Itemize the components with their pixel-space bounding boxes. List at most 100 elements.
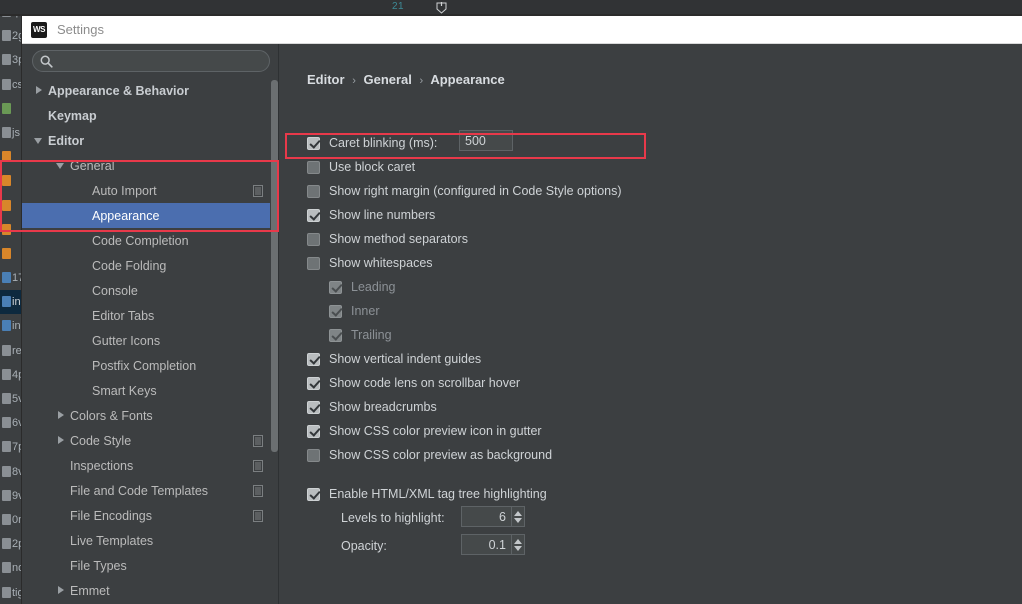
levels-to-highlight-spinner[interactable]: [461, 506, 525, 527]
file-icon: [2, 489, 11, 501]
sidebar-item-console[interactable]: Console: [22, 278, 278, 303]
option-label: Enable HTML/XML tag tree highlighting: [329, 487, 547, 501]
sidebar-item-general[interactable]: General: [22, 153, 278, 178]
spinner-down-icon[interactable]: [514, 545, 522, 551]
option-row[interactable]: Show CSS color preview icon in gutter: [307, 421, 542, 441]
sidebar-item-postfix-completion[interactable]: Postfix Completion: [22, 353, 278, 378]
option-row[interactable]: Leading: [329, 277, 396, 297]
checkbox-inner[interactable]: [329, 304, 342, 318]
option-label: Show CSS color preview as background: [329, 448, 553, 462]
sidebar-item-keymap[interactable]: Keymap: [22, 103, 278, 128]
breadcrumb-root[interactable]: Editor: [307, 72, 345, 87]
checkbox-show-method-separators[interactable]: [307, 232, 320, 246]
sidebar-item-appearance[interactable]: Appearance: [22, 203, 278, 228]
checkbox-show-css-color-preview-icon-in-gutter[interactable]: [307, 424, 320, 438]
sidebar-item-inspections[interactable]: Inspections: [22, 453, 278, 478]
spinner-up-icon[interactable]: [514, 510, 522, 516]
sidebar-item-editor[interactable]: Editor: [22, 128, 278, 153]
option-row[interactable]: Show vertical indent guides: [307, 349, 481, 369]
caret-blinking-input[interactable]: [459, 130, 513, 151]
checkbox-show-vertical-indent-guides[interactable]: [307, 352, 320, 366]
sidebar-item-appearance-behavior[interactable]: Appearance & Behavior: [22, 78, 278, 103]
checkbox-show-breadcrumbs[interactable]: [307, 400, 320, 414]
checkbox-trailing[interactable]: [329, 328, 342, 342]
sidebar-item-file-encodings[interactable]: File Encodings: [22, 503, 278, 528]
sidebar-item-editor-tabs[interactable]: Editor Tabs: [22, 303, 278, 328]
option-row[interactable]: Show right margin (configured in Code St…: [307, 181, 622, 201]
opacity-label: Opacity:: [341, 539, 387, 553]
sidebar-scrollbar-thumb[interactable]: [271, 80, 278, 452]
chevron-down-icon[interactable]: [34, 135, 45, 146]
checkbox-show-whitespaces[interactable]: [307, 256, 320, 270]
sidebar-item-colors-fonts[interactable]: Colors & Fonts: [22, 403, 278, 428]
spinner-down-icon[interactable]: [514, 517, 522, 523]
sidebar-item-label: Postfix Completion: [92, 358, 197, 373]
html-file-icon: [2, 320, 11, 332]
power-save-icon[interactable]: [436, 1, 447, 14]
file-icon: [2, 465, 11, 477]
spinner-up-icon[interactable]: [514, 538, 522, 544]
checkbox-show-right-margin-configured-in-code-style-options[interactable]: [307, 184, 320, 198]
chevron-right-icon[interactable]: [56, 585, 67, 596]
sidebar-item-file-types[interactable]: File Types: [22, 553, 278, 578]
checkbox-leading[interactable]: [329, 280, 342, 294]
breadcrumb-separator-icon: ›: [352, 75, 356, 87]
opacity-spinner-buttons[interactable]: [511, 534, 525, 555]
option-row[interactable]: Show code lens on scrollbar hover: [307, 373, 520, 393]
settings-tree[interactable]: Appearance & Behavior Keymap Editor General…: [22, 78, 278, 604]
sidebar-item-label: Keymap: [48, 108, 97, 123]
option-row[interactable]: Inner: [329, 301, 380, 321]
sidebar-item-emmet[interactable]: Emmet: [22, 578, 278, 603]
project-scope-icon: [253, 509, 264, 522]
sidebar-item-code-folding[interactable]: Code Folding: [22, 253, 278, 278]
dialog-title: Settings: [57, 22, 104, 37]
option-row[interactable]: Caret blinking (ms):: [307, 133, 437, 153]
option-row[interactable]: Enable HTML/XML tag tree highlighting: [307, 484, 547, 504]
checkbox-caret-blinking-ms[interactable]: [307, 136, 320, 150]
topbar-count: 21: [392, 1, 405, 12]
sidebar-item-auto-import[interactable]: Auto Import: [22, 178, 278, 203]
sidebar-item-label: Editor: [48, 133, 85, 148]
sidebar-item-code-completion[interactable]: Code Completion: [22, 228, 278, 253]
option-row[interactable]: Show breadcrumbs: [307, 397, 437, 417]
option-row[interactable]: Show method separators: [307, 229, 468, 249]
sidebar-item-live-templates[interactable]: Live Templates: [22, 528, 278, 553]
checkbox-show-line-numbers[interactable]: [307, 208, 320, 222]
search-box[interactable]: [32, 50, 270, 72]
option-row[interactable]: Show line numbers: [307, 205, 435, 225]
option-label: Show code lens on scrollbar hover: [329, 376, 521, 390]
sidebar-item-file-and-code-templates[interactable]: File and Code Templates: [22, 478, 278, 503]
file-icon: [2, 54, 11, 66]
sidebar-item-label: Code Completion: [92, 233, 189, 248]
project-scope-icon: [253, 459, 264, 472]
chevron-right-icon[interactable]: [34, 85, 45, 96]
option-row[interactable]: Show whitespaces: [307, 253, 433, 273]
ide-top-bar: 21: [0, 0, 1022, 16]
option-row[interactable]: Trailing: [329, 325, 392, 345]
levels-to-highlight-input[interactable]: [461, 506, 511, 527]
checkbox-show-code-lens-on-scrollbar-hover[interactable]: [307, 376, 320, 390]
option-row[interactable]: Use block caret: [307, 157, 415, 177]
sidebar-item-smart-keys[interactable]: Smart Keys: [22, 378, 278, 403]
project-file-label: js: [12, 126, 20, 139]
chevron-right-icon[interactable]: [56, 435, 67, 446]
sidebar-item-code-style[interactable]: Code Style: [22, 428, 278, 453]
sidebar-item-label: Console: [92, 283, 138, 298]
chevron-right-icon[interactable]: [56, 410, 67, 421]
option-row[interactable]: Show CSS color preview as background: [307, 445, 552, 465]
search-input[interactable]: [53, 52, 269, 70]
checkbox-use-block-caret[interactable]: [307, 160, 320, 174]
file-icon: [2, 562, 11, 574]
file-icon: [2, 538, 11, 550]
breadcrumb-mid[interactable]: General: [363, 72, 411, 87]
opacity-input[interactable]: [461, 534, 511, 555]
checkbox-enable-html-xml-tag-tree-highlighting[interactable]: [307, 487, 320, 501]
levels-to-highlight-label: Levels to highlight:: [341, 511, 445, 525]
sidebar-item-gutter-icons[interactable]: Gutter Icons: [22, 328, 278, 353]
opacity-spinner[interactable]: [461, 534, 525, 555]
checkbox-show-css-color-preview-as-background[interactable]: [307, 448, 320, 462]
chevron-down-icon[interactable]: [56, 160, 67, 171]
levels-spinner-buttons[interactable]: [511, 506, 525, 527]
